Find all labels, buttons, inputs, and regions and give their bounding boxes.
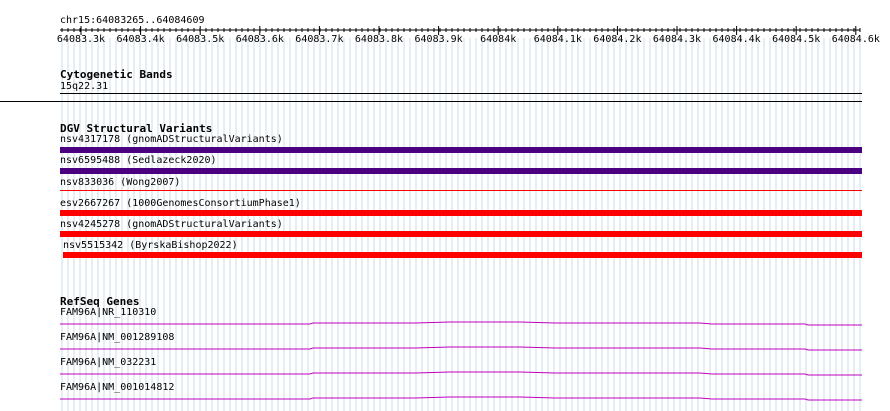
ruler-tick-label: 64083.7k (295, 34, 344, 45)
ruler-tick-label: 64083.3k (56, 34, 106, 45)
ruler-tick-label: 64083.5k (176, 34, 225, 45)
ruler-tick-label: 64083.9k (414, 34, 463, 45)
ruler-tick-label: 64084.2k (593, 34, 642, 45)
ruler-tick-label: 64084.3k (652, 34, 702, 45)
dgv-feature-bar[interactable] (60, 231, 862, 237)
cytoband-feature[interactable] (60, 93, 862, 94)
dgv-feature-label[interactable]: nsv4317178 (gnomADStructuralVariants) (60, 134, 283, 146)
dgv-feature-bar[interactable] (63, 252, 862, 258)
cytoband-label[interactable]: 15q22.31 (60, 81, 108, 93)
refseq-gene-line[interactable] (60, 321, 862, 326)
track-divider (0, 101, 862, 102)
cytoband-track-title: Cytogenetic Bands (60, 68, 173, 81)
dgv-feature-label[interactable]: nsv5515342 (ByrskaBishop2022) (63, 240, 238, 252)
refseq-gene-line[interactable] (60, 346, 862, 351)
ruler-tick-label: 64084k (480, 34, 517, 45)
dgv-feature-bar[interactable] (60, 190, 862, 191)
dgv-feature-label[interactable]: nsv4245278 (gnomADStructuralVariants) (60, 219, 283, 231)
dgv-feature-label[interactable]: nsv833036 (Wong2007) (60, 177, 180, 189)
refseq-gene-model[interactable] (0, 367, 890, 379)
ruler-tick-label: 64084.6k (831, 34, 880, 45)
refseq-gene-model[interactable] (0, 317, 890, 329)
ruler-tick-label: 64084.1k (533, 34, 582, 45)
refseq-gene-model[interactable] (0, 342, 890, 354)
dgv-feature-bar[interactable] (60, 210, 862, 216)
refseq-gene-line[interactable] (60, 396, 862, 401)
ruler-tick-label: 64083.6k (235, 34, 284, 45)
ruler-tick-label: 64084.4k (712, 34, 761, 45)
dgv-feature-bar[interactable] (60, 168, 862, 174)
dgv-feature-label[interactable]: nsv6595488 (Sedlazeck2020) (60, 155, 217, 167)
refseq-gene-model[interactable] (0, 392, 890, 404)
ruler-tick-label: 64084.5k (772, 34, 821, 45)
ruler-tick-label: 64083.8k (354, 34, 404, 45)
dgv-feature-bar[interactable] (60, 147, 862, 153)
ruler-tick-label: 64083.4k (116, 34, 165, 45)
dgv-feature-label[interactable]: esv2667267 (1000GenomesConsortiumPhase1) (60, 198, 301, 210)
refseq-gene-line[interactable] (60, 371, 862, 376)
